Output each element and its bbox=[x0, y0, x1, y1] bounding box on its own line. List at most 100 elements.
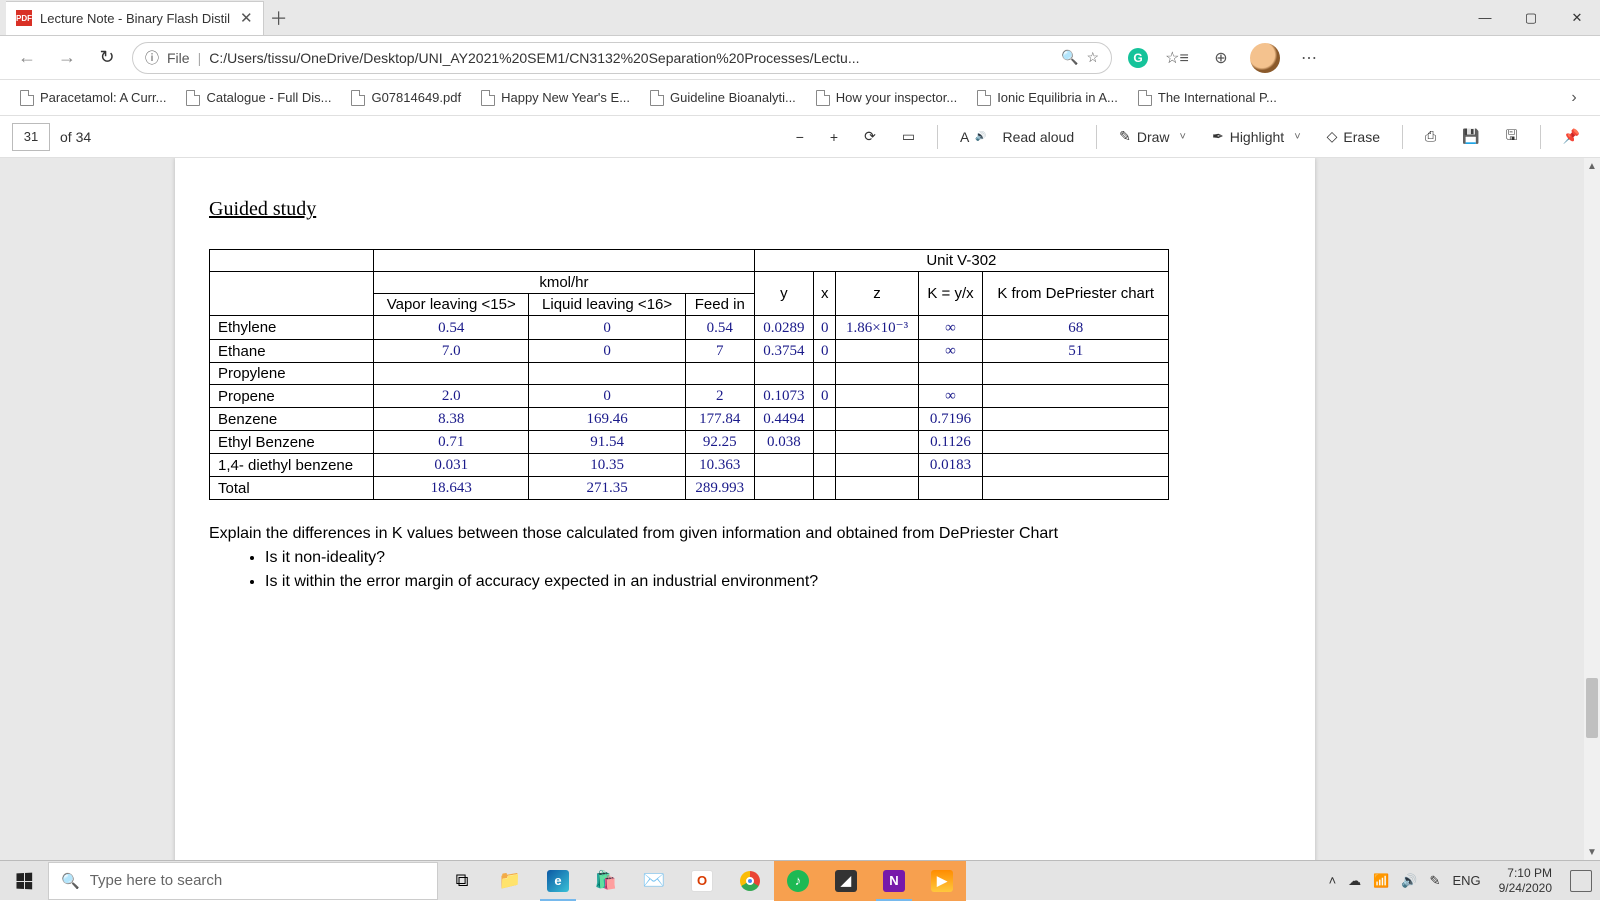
table-row: Propylene bbox=[210, 363, 1169, 385]
office-icon[interactable]: O bbox=[678, 861, 726, 901]
app2-icon[interactable]: ▶ bbox=[918, 861, 966, 901]
clock[interactable]: 7:10 PM 9/24/2020 bbox=[1493, 866, 1558, 895]
bookmarks-bar: Paracetamol: A Curr... Catalogue - Full … bbox=[0, 80, 1600, 116]
pin-toolbar-button[interactable]: 📌 bbox=[1555, 128, 1588, 145]
bookmark-item[interactable]: Guideline Bioanalyti... bbox=[642, 86, 804, 110]
table-row: Total18.643271.35289.993 bbox=[210, 477, 1169, 500]
erase-button[interactable]: ◇ Erase bbox=[1319, 128, 1388, 145]
bookmark-item[interactable]: How your inspector... bbox=[808, 86, 965, 110]
pen-icon[interactable]: ✎ bbox=[1430, 873, 1441, 889]
table-row: Ethane7.0070.37540∞51 bbox=[210, 340, 1169, 363]
forward-button[interactable]: → bbox=[52, 43, 82, 73]
save-as-button[interactable]: 🖫 bbox=[1498, 125, 1526, 149]
mail-icon[interactable]: ✉️ bbox=[630, 861, 678, 901]
favorite-icon[interactable]: ☆ bbox=[1086, 49, 1099, 66]
bookmark-item[interactable]: G07814649.pdf bbox=[343, 86, 469, 110]
table-row: Benzene8.38169.46177.840.44940.7196 bbox=[210, 408, 1169, 431]
tab-title: Lecture Note - Binary Flash Distil bbox=[40, 11, 230, 26]
zoom-out-button[interactable]: − bbox=[788, 129, 812, 145]
page-icon bbox=[481, 90, 495, 106]
browser-tab[interactable]: PDF Lecture Note - Binary Flash Distil ✕ bbox=[6, 1, 264, 35]
section-heading: Guided study bbox=[209, 198, 1285, 221]
bookmark-item[interactable]: The International P... bbox=[1130, 86, 1285, 110]
menu-icon[interactable]: ⋯ bbox=[1294, 43, 1324, 73]
table-row: Propene2.0020.10730∞ bbox=[210, 385, 1169, 408]
pdf-icon: PDF bbox=[16, 10, 32, 26]
page-icon bbox=[351, 90, 365, 106]
back-button[interactable]: ← bbox=[12, 43, 42, 73]
chrome-icon[interactable] bbox=[726, 861, 774, 901]
edge-icon[interactable]: e bbox=[534, 861, 582, 901]
pdf-toolbar: 31 of 34 − + ⟳ ▭ A🔊 Read aloud ✎ Draw˅ ✒… bbox=[0, 116, 1600, 158]
minimize-button[interactable]: — bbox=[1462, 0, 1508, 36]
pdf-page: Guided study Unit V-302 kmol/hr y x z K … bbox=[175, 158, 1315, 860]
print-button[interactable]: ⎙ bbox=[1417, 128, 1444, 145]
page-icon bbox=[20, 90, 34, 106]
zoom-in-button[interactable]: + bbox=[822, 129, 846, 145]
scroll-thumb[interactable] bbox=[1586, 678, 1598, 738]
rotate-button[interactable]: ⟳ bbox=[856, 128, 884, 145]
bookmark-item[interactable]: Ionic Equilibria in A... bbox=[969, 86, 1126, 110]
page-icon bbox=[816, 90, 830, 106]
page-icon bbox=[186, 90, 200, 106]
refresh-button[interactable]: ↻ bbox=[92, 43, 122, 73]
highlight-button[interactable]: ✒ Highlight˅ bbox=[1204, 128, 1309, 145]
vertical-scrollbar[interactable]: ▲ ▼ bbox=[1584, 158, 1600, 860]
grammarly-icon[interactable]: G bbox=[1128, 48, 1148, 68]
page-icon bbox=[977, 90, 991, 106]
explain-text: Explain the differences in K values betw… bbox=[209, 522, 1285, 594]
page-icon bbox=[1138, 90, 1152, 106]
table-row: Ethylene0.5400.540.028901.86×10⁻³∞68 bbox=[210, 316, 1169, 340]
fit-page-button[interactable]: ▭ bbox=[894, 128, 923, 145]
read-aloud-button[interactable]: A🔊 Read aloud bbox=[952, 129, 1082, 145]
pdf-viewport[interactable]: Guided study Unit V-302 kmol/hr y x z K … bbox=[0, 158, 1600, 860]
data-table: Unit V-302 kmol/hr y x z K = y/x K from … bbox=[209, 249, 1169, 500]
page-number-input[interactable]: 31 bbox=[12, 123, 50, 151]
language-indicator[interactable]: ENG bbox=[1452, 873, 1480, 888]
onedrive-icon[interactable]: ☁ bbox=[1348, 873, 1361, 889]
store-icon[interactable]: 🛍️ bbox=[582, 861, 630, 901]
window-controls: — ▢ ✕ bbox=[1462, 0, 1600, 36]
bookmark-item[interactable]: Paracetamol: A Curr... bbox=[12, 86, 174, 110]
page-total: of 34 bbox=[60, 129, 91, 145]
bookmark-item[interactable]: Catalogue - Full Dis... bbox=[178, 86, 339, 110]
save-button[interactable]: 💾 bbox=[1454, 128, 1487, 145]
spotify-icon[interactable]: ♪ bbox=[774, 861, 822, 901]
close-window-button[interactable]: ✕ bbox=[1554, 0, 1600, 36]
task-view-icon[interactable]: ⧉ bbox=[438, 861, 486, 901]
search-icon[interactable]: 🔍 bbox=[1061, 49, 1078, 66]
maximize-button[interactable]: ▢ bbox=[1508, 0, 1554, 36]
tray-chevron-icon[interactable]: ˄ bbox=[1329, 873, 1337, 888]
draw-button[interactable]: ✎ Draw˅ bbox=[1111, 128, 1194, 145]
scroll-down-icon[interactable]: ▼ bbox=[1584, 844, 1600, 860]
taskbar: 🔍 Type here to search ⧉ 📁 e 🛍️ ✉️ O ♪ ◢ … bbox=[0, 860, 1600, 900]
new-tab-button[interactable]: ＋ bbox=[264, 3, 294, 33]
url-bar: ← → ↻ ⓘ File | C:/Users/tissu/OneDrive/D… bbox=[0, 36, 1600, 80]
url-path: C:/Users/tissu/OneDrive/Desktop/UNI_AY20… bbox=[209, 50, 859, 66]
onenote-icon[interactable]: N bbox=[870, 861, 918, 901]
notifications-icon[interactable] bbox=[1570, 870, 1592, 892]
volume-icon[interactable]: 🔊 bbox=[1401, 873, 1417, 889]
taskbar-search[interactable]: 🔍 Type here to search bbox=[48, 862, 438, 900]
info-icon: ⓘ bbox=[145, 48, 159, 68]
unit-header: Unit V-302 bbox=[754, 250, 1168, 272]
page-icon bbox=[650, 90, 664, 106]
system-tray: ˄ ☁ 📶 🔊 ✎ ENG 7:10 PM 9/24/2020 bbox=[1321, 866, 1600, 895]
search-placeholder: Type here to search bbox=[90, 872, 223, 889]
collections-icon[interactable]: ⊕ bbox=[1206, 43, 1236, 73]
favorites-icon[interactable]: ☆≡ bbox=[1162, 43, 1192, 73]
bookmark-item[interactable]: Happy New Year's E... bbox=[473, 86, 638, 110]
address-bar[interactable]: ⓘ File | C:/Users/tissu/OneDrive/Desktop… bbox=[132, 42, 1112, 74]
titlebar: PDF Lecture Note - Binary Flash Distil ✕… bbox=[0, 0, 1600, 36]
table-row: 1,4- diethyl benzene0.03110.3510.3630.01… bbox=[210, 454, 1169, 477]
start-button[interactable] bbox=[0, 861, 48, 901]
bookmarks-overflow-icon[interactable]: › bbox=[1560, 89, 1588, 107]
table-row: Ethyl Benzene0.7191.5492.250.0380.1126 bbox=[210, 431, 1169, 454]
scroll-up-icon[interactable]: ▲ bbox=[1584, 158, 1600, 174]
profile-avatar[interactable] bbox=[1250, 43, 1280, 73]
app-icon[interactable]: ◢ bbox=[822, 861, 870, 901]
wifi-icon[interactable]: 📶 bbox=[1373, 873, 1389, 889]
taskbar-icons: ⧉ 📁 e 🛍️ ✉️ O ♪ ◢ N ▶ bbox=[438, 861, 966, 901]
tab-close-icon[interactable]: ✕ bbox=[240, 9, 253, 27]
file-explorer-icon[interactable]: 📁 bbox=[486, 861, 534, 901]
